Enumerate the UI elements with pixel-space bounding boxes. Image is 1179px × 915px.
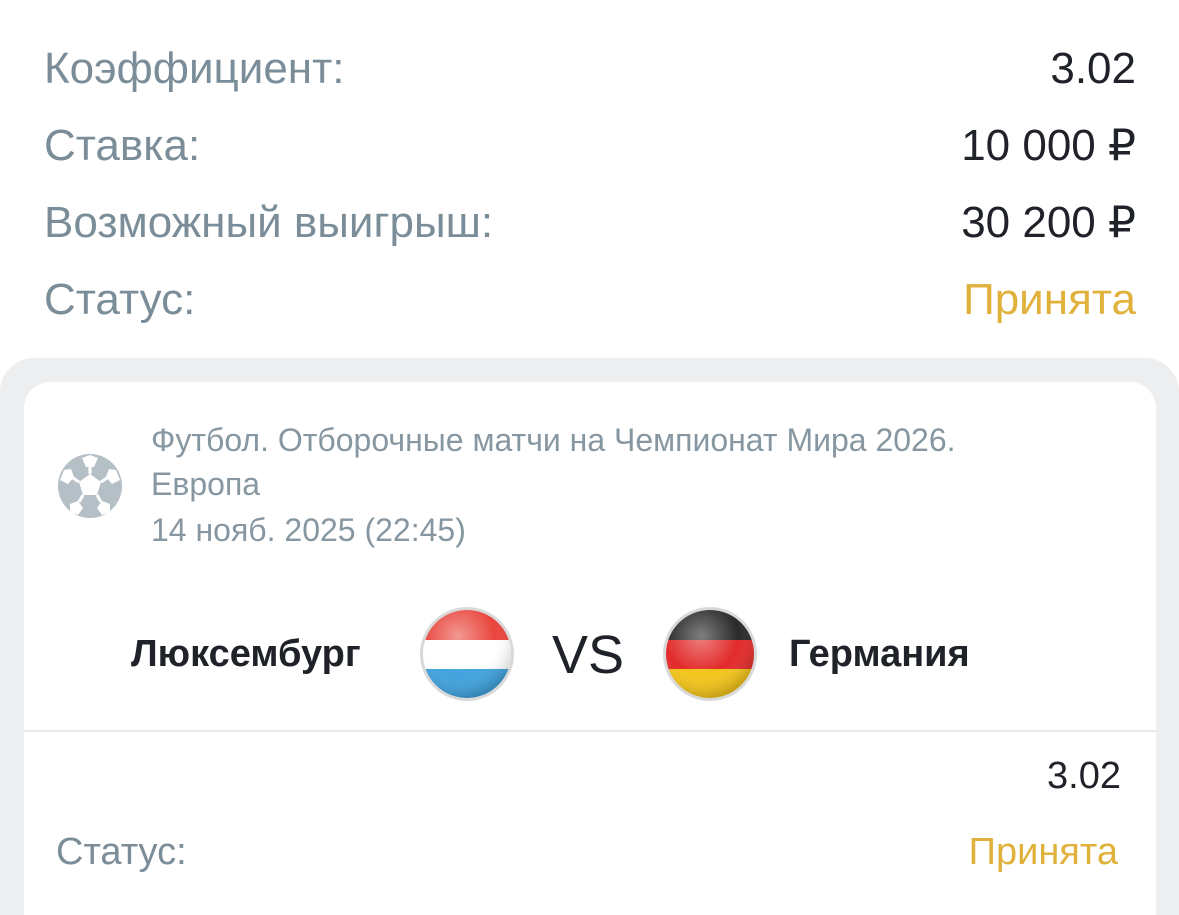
bet-summary: Коэффициент: 3.02 Ставка: 10 000 ₽ Возмо… <box>44 30 1136 338</box>
status-badge: Принята <box>963 274 1136 324</box>
stake-row: Ставка: 10 000 ₽ <box>44 107 1136 184</box>
event-status-badge: Принята <box>968 831 1118 873</box>
event-odds-value: 3.02 <box>1047 755 1121 797</box>
odds-label: Коэффициент: <box>44 43 345 93</box>
odds-value: 3.02 <box>1050 43 1136 93</box>
event-status-label: Статус: <box>56 831 187 873</box>
tournament-name: Футбол. Отборочные матчи на Чемпионат Ми… <box>151 422 956 502</box>
odds-row: Коэффициент: 3.02 <box>44 30 1136 107</box>
status-label: Статус: <box>44 274 196 324</box>
home-team-name: Люксембург <box>131 633 361 675</box>
away-team-name: Германия <box>789 633 970 675</box>
match-teams: Люксембург VS Германия <box>24 600 1156 710</box>
germany-flag-icon <box>663 607 757 701</box>
luxembourg-flag-icon <box>420 607 514 701</box>
versus-label: VS <box>552 625 625 685</box>
card-divider <box>24 730 1156 732</box>
event-status-row: Статус: Принята <box>56 828 1118 876</box>
event-datetime: 14 нояб. 2025 (22:45) <box>151 512 466 548</box>
possible-win-label: Возможный выигрыш: <box>44 197 494 247</box>
stake-label: Ставка: <box>44 120 201 170</box>
status-row: Статус: Принята <box>44 261 1136 338</box>
event-info: Футбол. Отборочные матчи на Чемпионат Ми… <box>151 418 1051 552</box>
stake-value: 10 000 ₽ <box>961 120 1136 170</box>
soccer-ball-icon <box>58 454 122 518</box>
possible-win-value: 30 200 ₽ <box>961 197 1136 247</box>
possible-win-row: Возможный выигрыш: 30 200 ₽ <box>44 184 1136 261</box>
